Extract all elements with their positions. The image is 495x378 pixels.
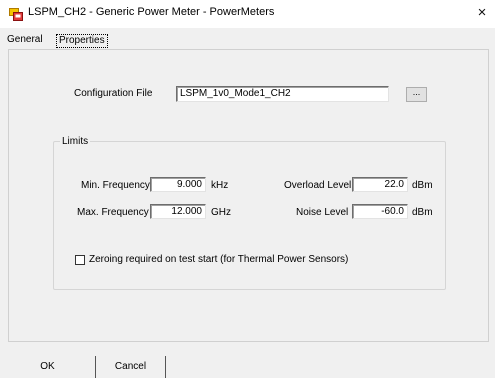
max-frequency-unit: GHz [211, 207, 231, 218]
config-file-field[interactable]: LSPM_1v0_Mode1_CH2 [176, 86, 389, 102]
noise-level-label: Noise Level [296, 207, 349, 218]
noise-level-unit: dBm [412, 207, 433, 218]
min-frequency-field[interactable]: 9.000 [150, 177, 206, 192]
power-meter-app-icon [9, 8, 23, 21]
button-divider [165, 356, 166, 378]
window-title: LSPM_CH2 - Generic Power Meter - PowerMe… [28, 6, 275, 18]
zeroing-checkbox[interactable] [75, 255, 85, 265]
overload-level-label: Overload Level [284, 180, 352, 191]
max-frequency-field[interactable]: 12.000 [150, 204, 206, 219]
min-frequency-unit: kHz [211, 180, 229, 191]
tab-properties[interactable]: Properties [56, 34, 108, 48]
config-file-label: Configuration File [74, 88, 153, 99]
ok-button[interactable]: OK [0, 356, 95, 378]
browse-button[interactable]: ... [406, 87, 427, 102]
overload-level-field[interactable]: 22.0 [352, 177, 408, 192]
overload-level-unit: dBm [412, 180, 433, 191]
tab-general[interactable]: General [7, 33, 43, 47]
limits-group-title: Limits [60, 136, 91, 147]
cancel-button[interactable]: Cancel [96, 356, 165, 378]
zeroing-checkbox-label[interactable]: Zeroing required on test start (for Ther… [89, 254, 348, 265]
min-frequency-label: Min. Frequency [81, 180, 150, 191]
close-icon[interactable]: × [470, 2, 494, 24]
max-frequency-label: Max. Frequency [77, 207, 149, 218]
noise-level-field[interactable]: -60.0 [352, 204, 408, 219]
